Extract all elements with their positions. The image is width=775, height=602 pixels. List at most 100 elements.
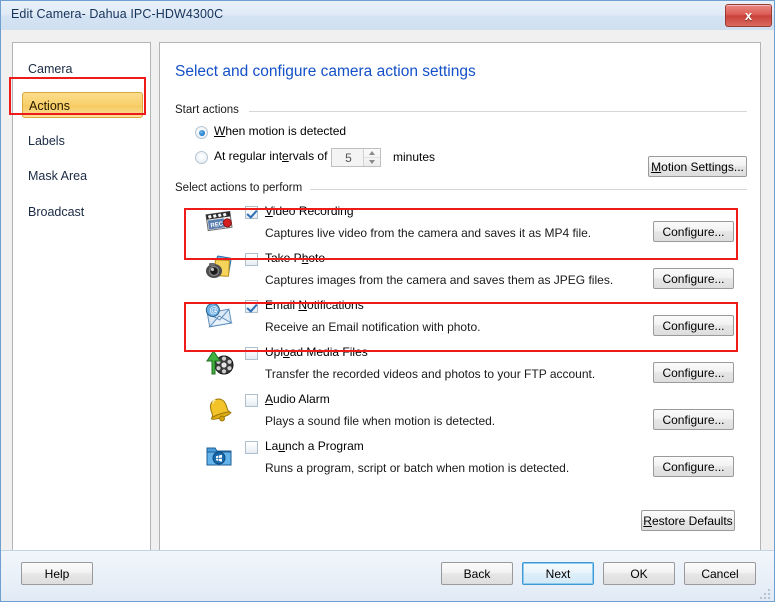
- configure-button-audio-alarm[interactable]: Configure...: [653, 409, 734, 430]
- configure-button-email-notifications[interactable]: Configure...: [653, 315, 734, 336]
- configure-label: Configure...: [662, 366, 725, 380]
- dialog-footer: Help Back Next OK Cancel: [1, 550, 774, 601]
- radio-label-rest: rvals of: [288, 149, 328, 163]
- sidebar-item-labels[interactable]: Labels: [22, 128, 143, 154]
- action-row-email-notifications[interactable]: @ Email Notifications Receive an Email n…: [175, 296, 747, 343]
- accel-key: R: [643, 514, 652, 528]
- video-recording-icon: REC: [203, 205, 235, 237]
- action-description: Transfer the recorded videos and photos …: [265, 367, 596, 381]
- action-title-rest: otifications: [307, 298, 364, 312]
- help-button[interactable]: Help: [21, 562, 93, 585]
- svg-text:@: @: [208, 304, 219, 315]
- cancel-button[interactable]: Cancel: [684, 562, 756, 585]
- group-divider: [310, 189, 747, 190]
- action-title-rest: udio Alarm: [273, 392, 330, 406]
- action-row-upload-media-files[interactable]: Upload Media Files Transfer the recorded…: [175, 343, 747, 390]
- action-description: Receive an Email notification with photo…: [265, 320, 481, 334]
- action-title-rest: ideo Recording: [272, 204, 354, 218]
- motion-settings-label: otion Settings...: [661, 160, 744, 174]
- help-label: Help: [44, 567, 70, 581]
- resize-grip[interactable]: [760, 589, 772, 601]
- configure-label: Configure...: [662, 272, 725, 286]
- select-actions-group: Select actions to perform REC Video Reco…: [175, 182, 747, 542]
- configure-button-take-photo[interactable]: Configure...: [653, 268, 734, 289]
- interval-unit-label: minutes: [393, 150, 436, 164]
- motion-settings-button[interactable]: Motion Settings...: [648, 156, 747, 177]
- action-title-pre: La: [265, 439, 279, 453]
- action-title: Email Notifications: [265, 298, 364, 312]
- upload-media-files-icon: [203, 346, 235, 378]
- configure-button-launch-a-program[interactable]: Configure...: [653, 456, 734, 477]
- checkbox-take-photo[interactable]: [245, 253, 258, 266]
- action-title-rest: nch a Program: [285, 439, 364, 453]
- sidebar-item-label: Camera: [28, 62, 73, 76]
- close-button[interactable]: x: [725, 4, 772, 27]
- configure-label: Configure...: [662, 413, 725, 427]
- restore-defaults-button[interactable]: Restore Defaults: [641, 510, 735, 531]
- back-label: Back: [463, 567, 491, 581]
- main-panel: Select and configure camera action setti…: [159, 42, 761, 559]
- action-row-audio-alarm[interactable]: Audio Alarm Plays a sound file when moti…: [175, 390, 747, 437]
- ok-label: OK: [630, 567, 648, 581]
- checkbox-email-notifications[interactable]: [245, 300, 258, 313]
- accel-key: o: [283, 345, 290, 359]
- checkbox-upload-media-files[interactable]: [245, 347, 258, 360]
- action-title: Upload Media Files: [265, 345, 368, 359]
- stepper-down-icon[interactable]: [364, 158, 380, 166]
- email-notifications-icon: @: [203, 299, 235, 331]
- restore-defaults-label: estore Defaults: [651, 514, 733, 528]
- radio-indicator[interactable]: [195, 126, 208, 139]
- radio-label: When motion is detected: [214, 124, 346, 138]
- action-title-pre: Upl: [265, 345, 284, 359]
- action-title-rest: ad Media Files: [289, 345, 368, 359]
- sidebar-item-label: Mask Area: [28, 169, 88, 183]
- action-description: Captures images from the camera and save…: [265, 273, 614, 287]
- action-row-take-photo[interactable]: Take Photo Captures images from the came…: [175, 249, 747, 296]
- next-label: Next: [545, 567, 571, 581]
- accel-key: V: [265, 204, 273, 218]
- sidebar-item-label: Actions: [29, 99, 70, 113]
- cancel-label: Cancel: [701, 567, 739, 581]
- action-title: Take Photo: [265, 251, 325, 265]
- stepper-up-icon[interactable]: [364, 149, 380, 158]
- group-divider: [249, 111, 747, 112]
- sidebar: Camera Actions Labels Mask Area Broadcas…: [12, 42, 151, 559]
- sidebar-item-mask-area[interactable]: Mask Area: [22, 163, 143, 189]
- take-photo-icon: [203, 252, 235, 284]
- ok-button[interactable]: OK: [603, 562, 675, 585]
- title-bar: Edit Camera- Dahua IPC-HDW4300C x: [1, 1, 774, 31]
- checkbox-audio-alarm[interactable]: [245, 394, 258, 407]
- sidebar-item-broadcast[interactable]: Broadcast: [22, 199, 143, 225]
- configure-button-upload-media-files[interactable]: Configure...: [653, 362, 734, 383]
- back-button[interactable]: Back: [441, 562, 513, 585]
- configure-button-video-recording[interactable]: Configure...: [653, 221, 734, 242]
- checkbox-video-recording[interactable]: [245, 206, 258, 219]
- dialog-body: Camera Actions Labels Mask Area Broadcas…: [1, 30, 774, 559]
- action-title-pre: Email: [265, 298, 299, 312]
- radio-label-rest: hen motion is detected: [225, 124, 347, 138]
- radio-label: At regular intervals of: [214, 149, 327, 163]
- window-title: Edit Camera- Dahua IPC-HDW4300C: [11, 7, 224, 21]
- action-title-pre: Take P: [265, 251, 302, 265]
- configure-label: Configure...: [662, 319, 725, 333]
- launch-program-icon: [203, 440, 235, 472]
- checkbox-launch-a-program[interactable]: [245, 441, 258, 454]
- accel-key: W: [214, 124, 226, 138]
- action-description: Runs a program, script or batch when mot…: [265, 461, 570, 475]
- action-title: Video Recording: [265, 204, 354, 218]
- configure-label: Configure...: [662, 460, 725, 474]
- sidebar-item-actions[interactable]: Actions: [22, 92, 143, 118]
- audio-alarm-icon: [203, 393, 235, 425]
- next-button[interactable]: Next: [522, 562, 594, 585]
- interval-minutes-stepper[interactable]: 5: [331, 148, 381, 167]
- action-row-video-recording[interactable]: REC Video Recording Captures live video …: [175, 202, 747, 249]
- page-title: Select and configure camera action setti…: [175, 63, 476, 80]
- stepper-buttons[interactable]: [363, 149, 380, 166]
- action-title-rest: oto: [308, 251, 326, 265]
- radio-indicator[interactable]: [195, 151, 208, 164]
- action-title: Launch a Program: [265, 439, 364, 453]
- action-row-launch-a-program[interactable]: Launch a Program Runs a program, script …: [175, 437, 747, 484]
- sidebar-item-camera[interactable]: Camera: [22, 56, 143, 82]
- action-title: Audio Alarm: [265, 392, 330, 406]
- close-icon: x: [744, 8, 753, 23]
